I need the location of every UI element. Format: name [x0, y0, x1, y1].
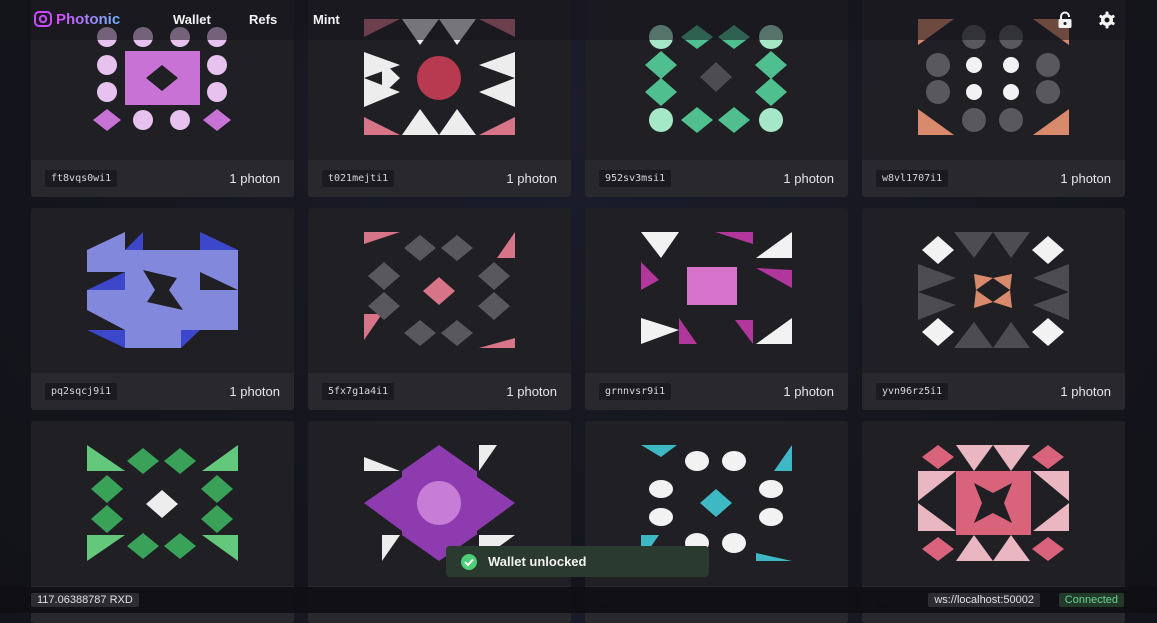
token-card-footer: pq2sqcj9i1 1 photon [31, 373, 294, 410]
token-pattern-image [918, 232, 1069, 348]
token-ref: t021mejti1 [322, 170, 395, 187]
token-ref: 952sv3msi1 [599, 170, 672, 187]
token-pattern-image [364, 445, 515, 561]
wallet-balance: 117.06388787 RXD [31, 593, 139, 607]
token-artwork [31, 421, 294, 586]
token-card-footer: t021mejti1 1 photon [308, 160, 571, 197]
token-artwork [862, 208, 1125, 373]
token-price: 1 photon [229, 171, 280, 186]
check-circle-icon [461, 553, 477, 570]
server-address: ws://localhost:50002 [928, 593, 1040, 607]
toast-message: Wallet unlocked [488, 554, 587, 569]
token-ref: ft8vqs0wi1 [45, 170, 118, 187]
lock-icon[interactable] [1056, 11, 1074, 29]
token-ref: pq2sqcj9i1 [45, 383, 118, 400]
token-pattern-image [87, 445, 238, 561]
token-price: 1 photon [229, 384, 280, 399]
token-card[interactable]: grnnvsr9i1 1 photon [585, 208, 848, 410]
token-pattern-image [641, 232, 792, 344]
token-artwork [585, 208, 848, 373]
status-bar: 117.06388787 RXD ws://localhost:50002 Co… [0, 587, 1157, 613]
settings-gear-icon[interactable] [1098, 11, 1116, 29]
token-card-footer: w8vl1707i1 1 photon [862, 160, 1125, 197]
connection-status-badge: Connected [1058, 593, 1124, 607]
token-pattern-image [87, 232, 238, 348]
token-card-footer: 952sv3msi1 1 photon [585, 160, 848, 197]
top-navigation-bar: Photonic Wallet Refs Mint [0, 0, 1157, 40]
token-price: 1 photon [506, 171, 557, 186]
nav-mint[interactable]: Mint [313, 12, 340, 27]
token-price: 1 photon [506, 384, 557, 399]
token-pattern-image [364, 232, 515, 348]
token-artwork [308, 208, 571, 373]
token-card[interactable]: 5fx7g1a4i1 1 photon [308, 208, 571, 410]
token-price: 1 photon [1060, 384, 1111, 399]
token-card[interactable]: pq2sqcj9i1 1 photon [31, 208, 294, 410]
app-logo[interactable]: Photonic [34, 10, 120, 28]
photonic-logo-icon [34, 11, 52, 27]
token-card-footer: 5fx7g1a4i1 1 photon [308, 373, 571, 410]
token-artwork [31, 208, 294, 373]
token-pattern-image [641, 445, 792, 561]
token-pattern-image [918, 445, 1069, 561]
token-price: 1 photon [783, 171, 834, 186]
toast-notification: Wallet unlocked [446, 546, 709, 577]
token-grid: ft8vqs0wi1 1 photon t021mejti1 1 photon … [31, 0, 1125, 623]
token-ref: 5fx7g1a4i1 [322, 383, 395, 400]
token-ref: yvn96rz5i1 [876, 383, 949, 400]
token-card-footer: yvn96rz5i1 1 photon [862, 373, 1125, 410]
token-artwork [862, 421, 1125, 586]
nav-wallet[interactable]: Wallet [173, 12, 211, 27]
token-ref: w8vl1707i1 [876, 170, 949, 187]
app-name: Photonic [56, 10, 121, 28]
token-ref: grnnvsr9i1 [599, 383, 672, 400]
token-card-footer: ft8vqs0wi1 1 photon [31, 160, 294, 197]
token-card[interactable]: yvn96rz5i1 1 photon [862, 208, 1125, 410]
token-card-footer: grnnvsr9i1 1 photon [585, 373, 848, 410]
nav-refs[interactable]: Refs [249, 12, 277, 27]
token-price: 1 photon [783, 384, 834, 399]
token-price: 1 photon [1060, 171, 1111, 186]
